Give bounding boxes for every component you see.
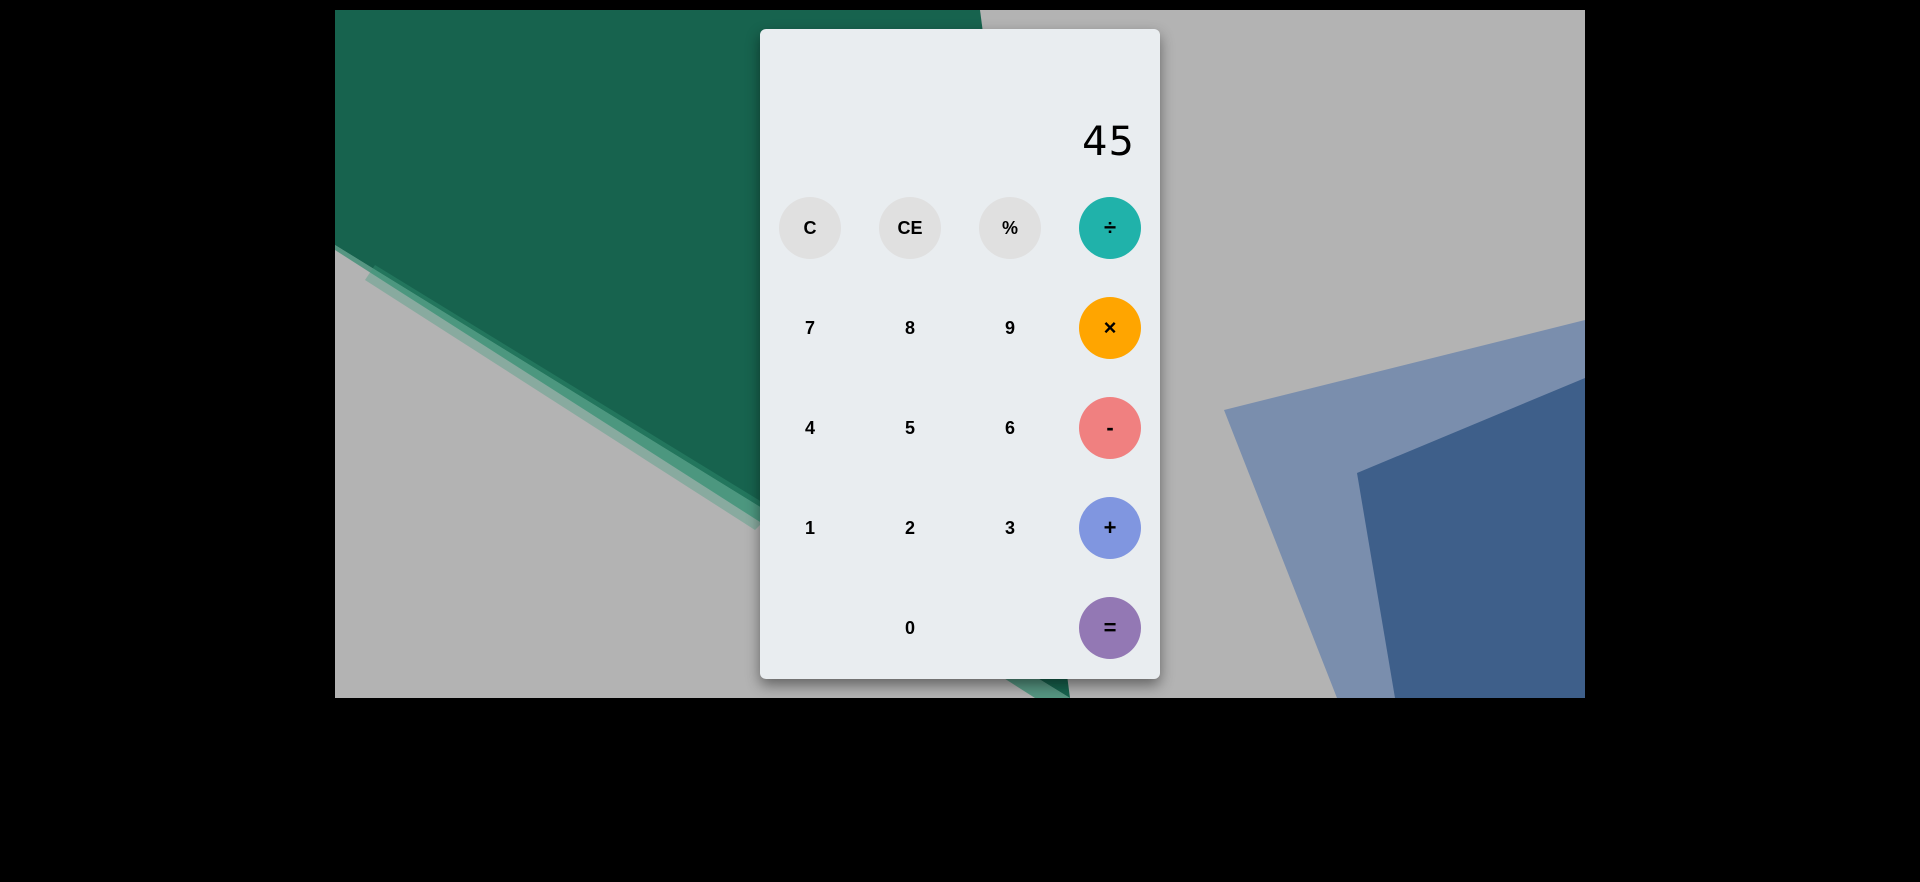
add-button[interactable]: + xyxy=(1079,497,1141,559)
clear-button[interactable]: C xyxy=(779,197,841,259)
digit-0-button[interactable]: 0 xyxy=(879,597,941,659)
calculator-display: 45 xyxy=(1082,119,1135,165)
digit-9-button[interactable]: 9 xyxy=(979,297,1041,359)
clear-entry-button[interactable]: CE xyxy=(879,197,941,259)
percent-button[interactable]: % xyxy=(979,197,1041,259)
digit-2-button[interactable]: 2 xyxy=(879,497,941,559)
digit-4-button[interactable]: 4 xyxy=(779,397,841,459)
equals-button[interactable]: = xyxy=(1079,597,1141,659)
digit-1-button[interactable]: 1 xyxy=(779,497,841,559)
divide-button[interactable]: ÷ xyxy=(1079,197,1141,259)
calculator-panel: 45 C CE % ÷ 7 8 9 × 4 5 6 - 1 2 3 + 0 = xyxy=(760,29,1160,679)
multiply-button[interactable]: × xyxy=(1079,297,1141,359)
background-wallpaper: 45 C CE % ÷ 7 8 9 × 4 5 6 - 1 2 3 + 0 = xyxy=(335,10,1585,698)
digit-3-button[interactable]: 3 xyxy=(979,497,1041,559)
digit-7-button[interactable]: 7 xyxy=(779,297,841,359)
digit-6-button[interactable]: 6 xyxy=(979,397,1041,459)
subtract-button[interactable]: - xyxy=(1079,397,1141,459)
digit-8-button[interactable]: 8 xyxy=(879,297,941,359)
digit-5-button[interactable]: 5 xyxy=(879,397,941,459)
